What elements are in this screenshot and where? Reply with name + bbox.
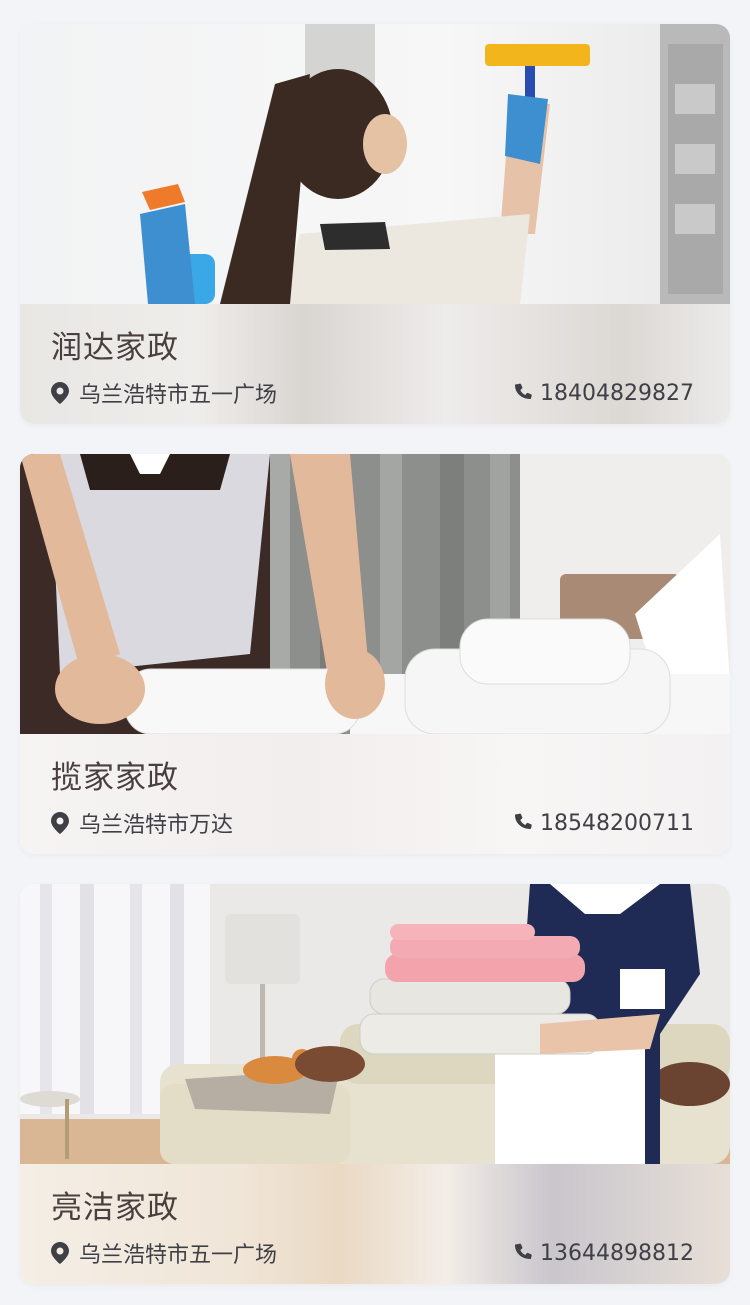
phone-number: 18404829827 <box>540 380 694 406</box>
service-name: 揽家家政 <box>51 760 179 796</box>
service-card[interactable]: 润达家政 乌兰浩特市五一广场 18404829827 <box>20 24 730 424</box>
address-text: 乌兰浩特市万达 <box>79 813 234 838</box>
service-name: 亮洁家政 <box>51 1190 179 1226</box>
phone-icon <box>513 383 533 403</box>
service-address: 乌兰浩特市五一广场 <box>51 1238 277 1268</box>
service-info: 亮洁家政 乌兰浩特市五一广场 13644898812 <box>20 1164 730 1284</box>
phone-icon <box>513 1243 533 1263</box>
service-photo-towel-folding <box>20 454 730 734</box>
service-card[interactable]: 亮洁家政 乌兰浩特市五一广场 13644898812 <box>20 884 730 1284</box>
address-text: 乌兰浩特市五一广场 <box>79 383 278 408</box>
service-list: 润达家政 乌兰浩特市五一广场 18404829827 揽家家政 乌兰浩特市万达 … <box>0 0 750 1305</box>
address-text: 乌兰浩特市五一广场 <box>79 1243 278 1268</box>
phone-icon <box>513 813 533 833</box>
service-phone[interactable]: 18404829827 <box>513 378 694 408</box>
service-info: 揽家家政 乌兰浩特市万达 18548200711 <box>20 734 730 854</box>
phone-number: 13644898812 <box>540 1240 694 1266</box>
location-pin-icon <box>51 382 69 404</box>
service-photo-window-cleaning <box>20 24 730 304</box>
service-address: 乌兰浩特市万达 <box>51 808 233 838</box>
service-phone[interactable]: 18548200711 <box>513 808 694 838</box>
location-pin-icon <box>51 1242 69 1264</box>
location-pin-icon <box>51 812 69 834</box>
service-phone[interactable]: 13644898812 <box>513 1238 694 1268</box>
service-address: 乌兰浩特市五一广场 <box>51 378 277 408</box>
service-name: 润达家政 <box>51 330 179 366</box>
phone-number: 18548200711 <box>540 810 694 836</box>
service-card[interactable]: 揽家家政 乌兰浩特市万达 18548200711 <box>20 454 730 854</box>
service-info: 润达家政 乌兰浩特市五一广场 18404829827 <box>20 304 730 424</box>
service-photo-housekeeper <box>20 884 730 1164</box>
